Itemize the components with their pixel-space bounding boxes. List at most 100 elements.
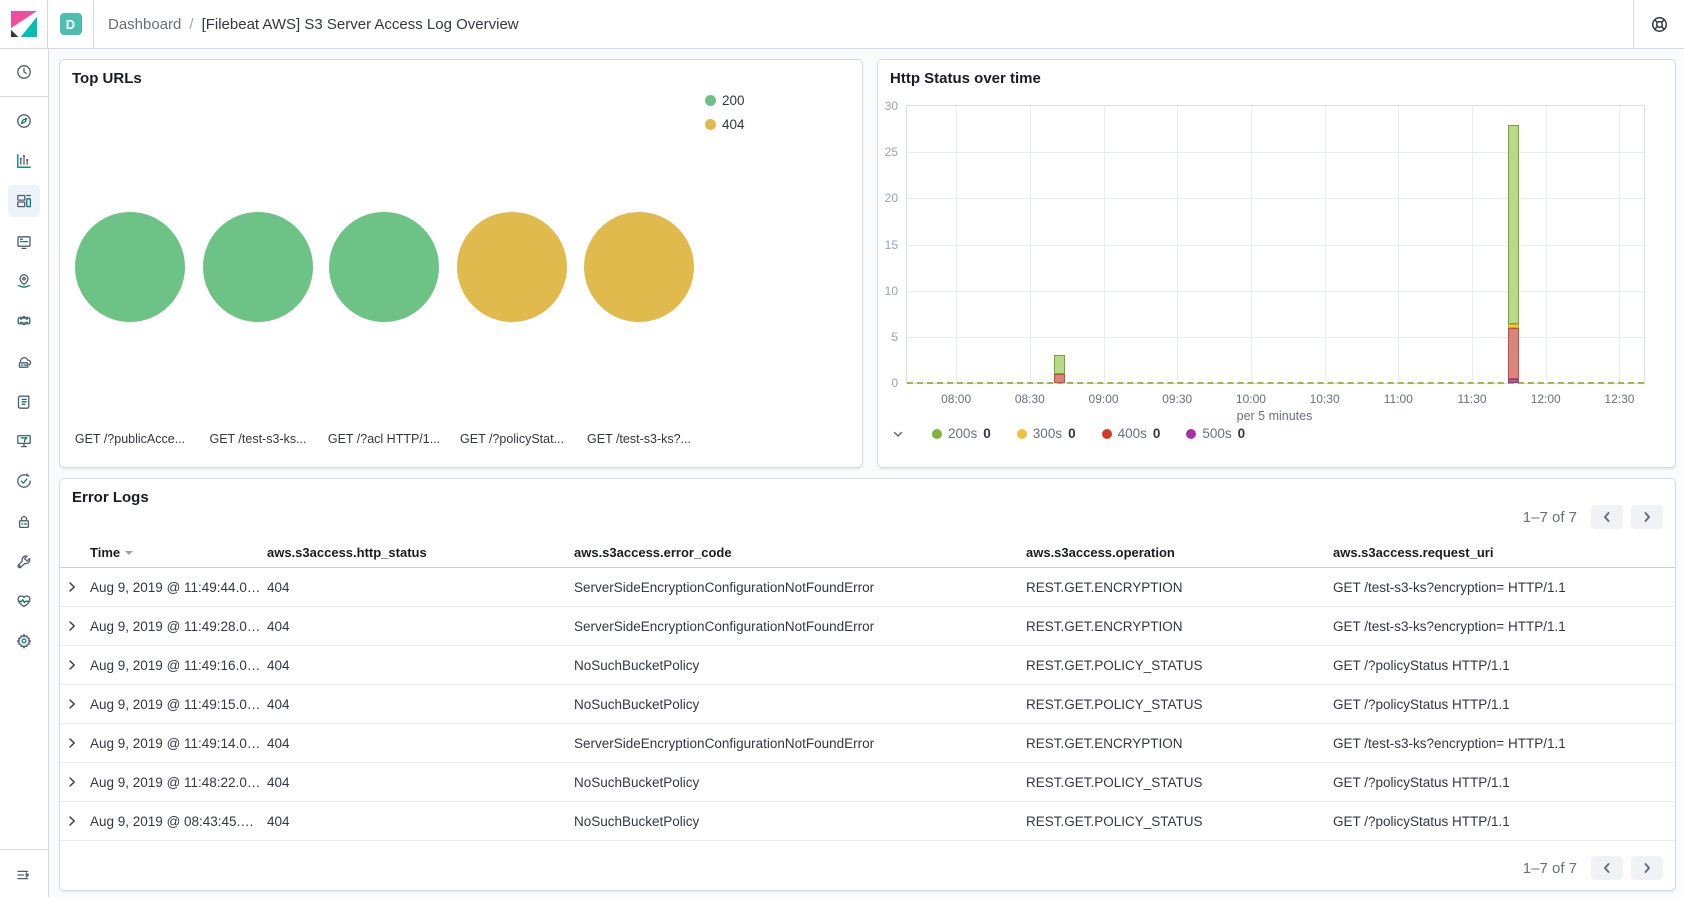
help-button[interactable]: [1634, 0, 1684, 48]
kibana-logo-icon: [11, 11, 37, 37]
table-cell: GET /?policyStatus HTTP/1.1: [1327, 814, 1675, 829]
legend-item[interactable]: 300s0: [1017, 426, 1076, 441]
table-cell: REST.GET.POLICY_STATUS: [1020, 775, 1327, 790]
legend-dot-icon: [1102, 429, 1112, 439]
row-expand-button[interactable]: [60, 737, 84, 749]
legend-item[interactable]: 500s0: [1186, 426, 1245, 441]
sidebar-item-dev-tools[interactable]: [8, 546, 40, 578]
table-cell: Aug 9, 2019 @ 11:49:15.000: [84, 697, 261, 712]
chevron-right-icon: [66, 698, 78, 710]
row-expand-button[interactable]: [60, 659, 84, 671]
bubble-label: GET /?publicAcce...: [75, 432, 185, 446]
bar-segment-200s: [1508, 125, 1519, 324]
compass-icon: [15, 112, 33, 130]
row-expand-button[interactable]: [60, 581, 84, 593]
sort-caret-icon: [125, 551, 133, 559]
column-header[interactable]: Time: [84, 545, 261, 560]
uptime-check-icon: [15, 472, 33, 490]
stacked-bar[interactable]: [1508, 125, 1519, 383]
row-expand-button[interactable]: [60, 776, 84, 788]
chevron-right-icon: [1639, 509, 1655, 525]
panel-title: Error Logs: [72, 489, 149, 506]
legend-dot-icon: [932, 429, 942, 439]
help-icon: [1650, 15, 1669, 34]
sidebar-item-machine-learning[interactable]: [8, 305, 40, 337]
bar-segment-400s: [1054, 374, 1065, 383]
legend-label: 200s: [948, 426, 977, 441]
sidebar-item-maps[interactable]: [8, 265, 40, 297]
table-cell: Aug 9, 2019 @ 11:48:22.000: [84, 775, 261, 790]
gridline: [907, 337, 1644, 338]
top-bar-right: [1633, 0, 1684, 48]
column-header[interactable]: aws.s3access.http_status: [261, 545, 568, 560]
legend-value: 0: [983, 426, 991, 441]
next-page-button[interactable]: [1631, 856, 1663, 880]
sidebar-item-logs[interactable]: [8, 386, 40, 418]
gridline: [907, 245, 1644, 246]
sidebar-item-dashboard[interactable]: [8, 185, 40, 217]
table-cell: GET /test-s3-ks?encryption= HTTP/1.1: [1327, 736, 1675, 751]
top-urls-bubble-chart: GET /?publicAcce...GET /test-s3-ks...GET…: [60, 60, 862, 467]
stacked-bar[interactable]: [1054, 355, 1065, 383]
chevron-right-icon: [1639, 860, 1655, 876]
prev-page-button[interactable]: [1591, 856, 1623, 880]
breadcrumb-dashboard-link[interactable]: Dashboard: [108, 16, 181, 33]
table-row: Aug 9, 2019 @ 11:49:14.000404ServerSideE…: [60, 724, 1675, 763]
column-header[interactable]: aws.s3access.request_uri: [1327, 545, 1675, 560]
table-cell: Aug 9, 2019 @ 11:49:16.000: [84, 658, 261, 673]
x-tick-label: 09:00: [1089, 392, 1119, 406]
chevron-down-icon: [892, 428, 904, 440]
column-header[interactable]: aws.s3access.error_code: [568, 545, 1020, 560]
bubble[interactable]: [584, 212, 694, 322]
table-cell: 404: [261, 814, 568, 829]
sidebar-item-management[interactable]: [8, 625, 40, 657]
bubble[interactable]: [203, 212, 313, 322]
sidebar-item-uptime[interactable]: [8, 465, 40, 497]
row-expand-button[interactable]: [60, 620, 84, 632]
panel-error-logs: Error Logs 1–7 of 7 Timeaws.s3access.htt…: [59, 478, 1676, 891]
kibana-logo[interactable]: [0, 11, 47, 37]
table-cell: 404: [261, 658, 568, 673]
legend-item[interactable]: 200s 0: [932, 426, 991, 441]
sidebar-item-siem[interactable]: [8, 506, 40, 538]
legend-label: 500s: [1202, 426, 1231, 441]
next-page-button[interactable]: [1631, 505, 1663, 529]
bar-segment-400s: [1508, 328, 1519, 380]
sidebar-item-apm[interactable]: [8, 425, 40, 457]
sidebar-item-canvas[interactable]: [8, 226, 40, 258]
sidebar-item-discover[interactable]: [8, 105, 40, 137]
legend-item[interactable]: 400s0: [1102, 426, 1161, 441]
y-tick-label: 5: [891, 330, 898, 344]
sidebar-item-stack-monitoring[interactable]: [8, 585, 40, 617]
monitor-icon: [15, 432, 33, 450]
sidebar-item-visualize[interactable]: [8, 145, 40, 177]
gridline: [1251, 106, 1252, 383]
legend-collapse-button[interactable]: [892, 428, 904, 440]
ml-dots-icon: [15, 312, 33, 330]
bubble[interactable]: [75, 212, 185, 322]
table-cell: Aug 9, 2019 @ 11:49:14.000: [84, 736, 261, 751]
log-scroll-icon: [15, 393, 33, 411]
row-expand-button[interactable]: [60, 815, 84, 827]
sidebar-item-recently-viewed[interactable]: [8, 56, 40, 88]
table-cell: NoSuchBucketPolicy: [568, 814, 1020, 829]
bubble-label: GET /test-s3-ks?...: [587, 432, 691, 446]
prev-page-button[interactable]: [1591, 505, 1623, 529]
gridline: [1177, 106, 1178, 383]
y-tick-label: 25: [885, 145, 898, 159]
table-row: Aug 9, 2019 @ 08:43:45.000404NoSuchBucke…: [60, 802, 1675, 841]
column-header[interactable]: aws.s3access.operation: [1020, 545, 1327, 560]
bubble[interactable]: [329, 212, 439, 322]
collapse-nav-button[interactable]: [8, 859, 40, 891]
zero-line: [907, 382, 1644, 384]
table-row: Aug 9, 2019 @ 11:49:16.000404NoSuchBucke…: [60, 646, 1675, 685]
table-cell: Aug 9, 2019 @ 11:49:44.000: [84, 580, 261, 595]
sidebar-item-metrics[interactable]: [8, 346, 40, 378]
row-expand-button[interactable]: [60, 698, 84, 710]
x-tick-label: 12:30: [1604, 392, 1634, 406]
bubble[interactable]: [457, 212, 567, 322]
gridline: [956, 106, 957, 383]
table-body: Aug 9, 2019 @ 11:49:44.000404ServerSideE…: [60, 568, 1675, 841]
bubble-label: GET /?policyStat...: [460, 432, 564, 446]
chevron-right-icon: [66, 737, 78, 749]
